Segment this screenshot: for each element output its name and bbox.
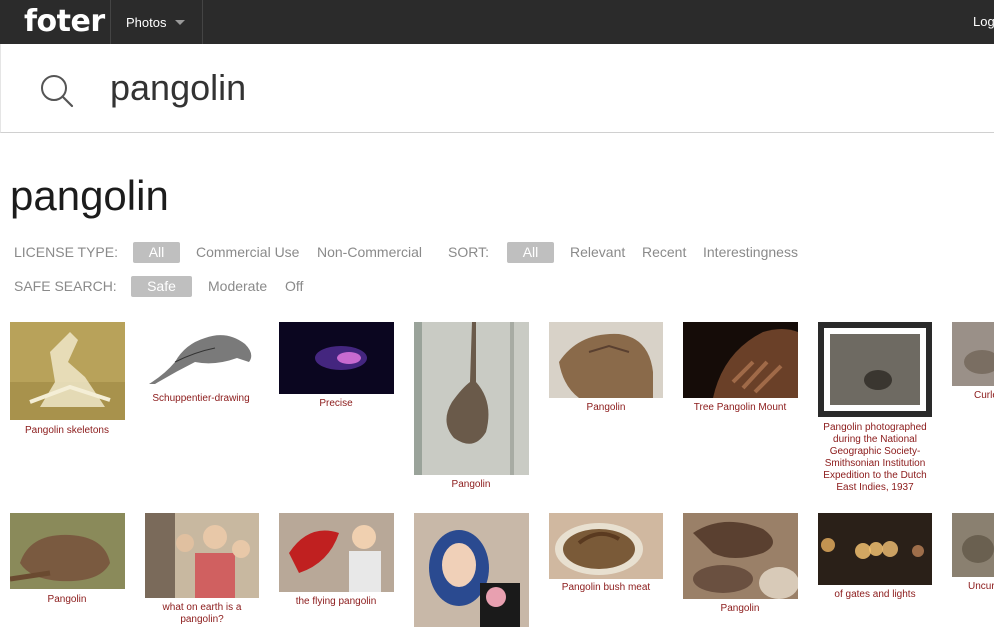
sort-label: SORT: — [448, 244, 489, 260]
sort-all-button[interactable]: All — [507, 242, 554, 263]
photo-thumbnail[interactable] — [279, 513, 394, 592]
sort-interestingness-option[interactable]: Interestingness — [703, 244, 798, 260]
photo-thumbnail[interactable] — [683, 513, 798, 599]
login-link[interactable]: Log — [973, 14, 994, 29]
photo-thumbnail[interactable] — [10, 513, 125, 589]
chevron-down-icon — [175, 19, 186, 25]
top-navigation-bar: foter Photos Log — [0, 0, 994, 44]
photo-thumbnail[interactable] — [414, 513, 529, 627]
photo-thumbnail[interactable] — [145, 322, 257, 388]
photos-menu-label: Photos — [126, 14, 167, 30]
license-noncommercial-option[interactable]: Non-Commercial — [317, 244, 422, 260]
photo-thumbnail[interactable] — [549, 322, 663, 398]
safe-search-off-option[interactable]: Off — [285, 278, 303, 294]
photo-thumbnail[interactable] — [279, 322, 394, 394]
photo-caption[interactable]: what on earth is a pangolin? — [144, 602, 260, 626]
safe-search-safe-button[interactable]: Safe — [131, 276, 192, 297]
photos-menu[interactable]: Photos — [111, 0, 203, 44]
photo-thumbnail[interactable] — [818, 322, 932, 417]
photo-thumbnail[interactable] — [10, 322, 125, 420]
photo-caption[interactable]: Pangolin — [9, 594, 125, 606]
photo-caption[interactable]: Pangolin — [682, 603, 798, 615]
photo-caption[interactable]: Pangolin bush meat — [548, 582, 664, 594]
photo-thumbnail[interactable] — [683, 322, 798, 398]
photo-thumbnail[interactable] — [414, 322, 529, 475]
search-input[interactable] — [110, 64, 910, 112]
photo-caption[interactable]: of gates and lights — [817, 589, 933, 601]
photo-caption[interactable]: Schuppentier-drawing — [143, 393, 259, 405]
license-commercial-option[interactable]: Commercial Use — [196, 244, 299, 260]
photo-thumbnail[interactable] — [952, 322, 994, 386]
license-type-label: LICENSE TYPE: — [14, 244, 119, 260]
photo-thumbnail[interactable] — [145, 513, 259, 598]
search-icon[interactable] — [39, 73, 75, 109]
photo-caption[interactable]: Pangolin skeletons — [9, 425, 125, 437]
photo-caption[interactable]: Curle — [952, 390, 994, 402]
safe-search-label: SAFE SEARCH: — [14, 278, 117, 294]
photo-caption[interactable]: Pangolin — [413, 479, 529, 491]
safe-search-moderate-option[interactable]: Moderate — [208, 278, 267, 294]
sort-recent-option[interactable]: Recent — [642, 244, 686, 260]
photo-thumbnail[interactable] — [549, 513, 663, 579]
photo-thumbnail[interactable] — [818, 513, 932, 585]
foter-logo[interactable]: foter — [24, 4, 105, 39]
photo-caption[interactable]: Precise — [278, 398, 394, 410]
photo-caption[interactable]: Uncur — [952, 581, 994, 593]
photo-caption[interactable]: Tree Pangolin Mount — [682, 402, 798, 414]
license-all-button[interactable]: All — [133, 242, 180, 263]
photo-caption[interactable]: the flying pangolin — [278, 596, 394, 608]
sort-relevant-option[interactable]: Relevant — [570, 244, 625, 260]
page-title: pangolin — [10, 172, 169, 219]
photo-caption[interactable]: Pangolin — [548, 402, 664, 414]
nav-divider — [202, 0, 203, 44]
photo-caption[interactable]: Pangolin photographed during the Nationa… — [817, 422, 933, 494]
photo-thumbnail[interactable] — [952, 513, 994, 577]
